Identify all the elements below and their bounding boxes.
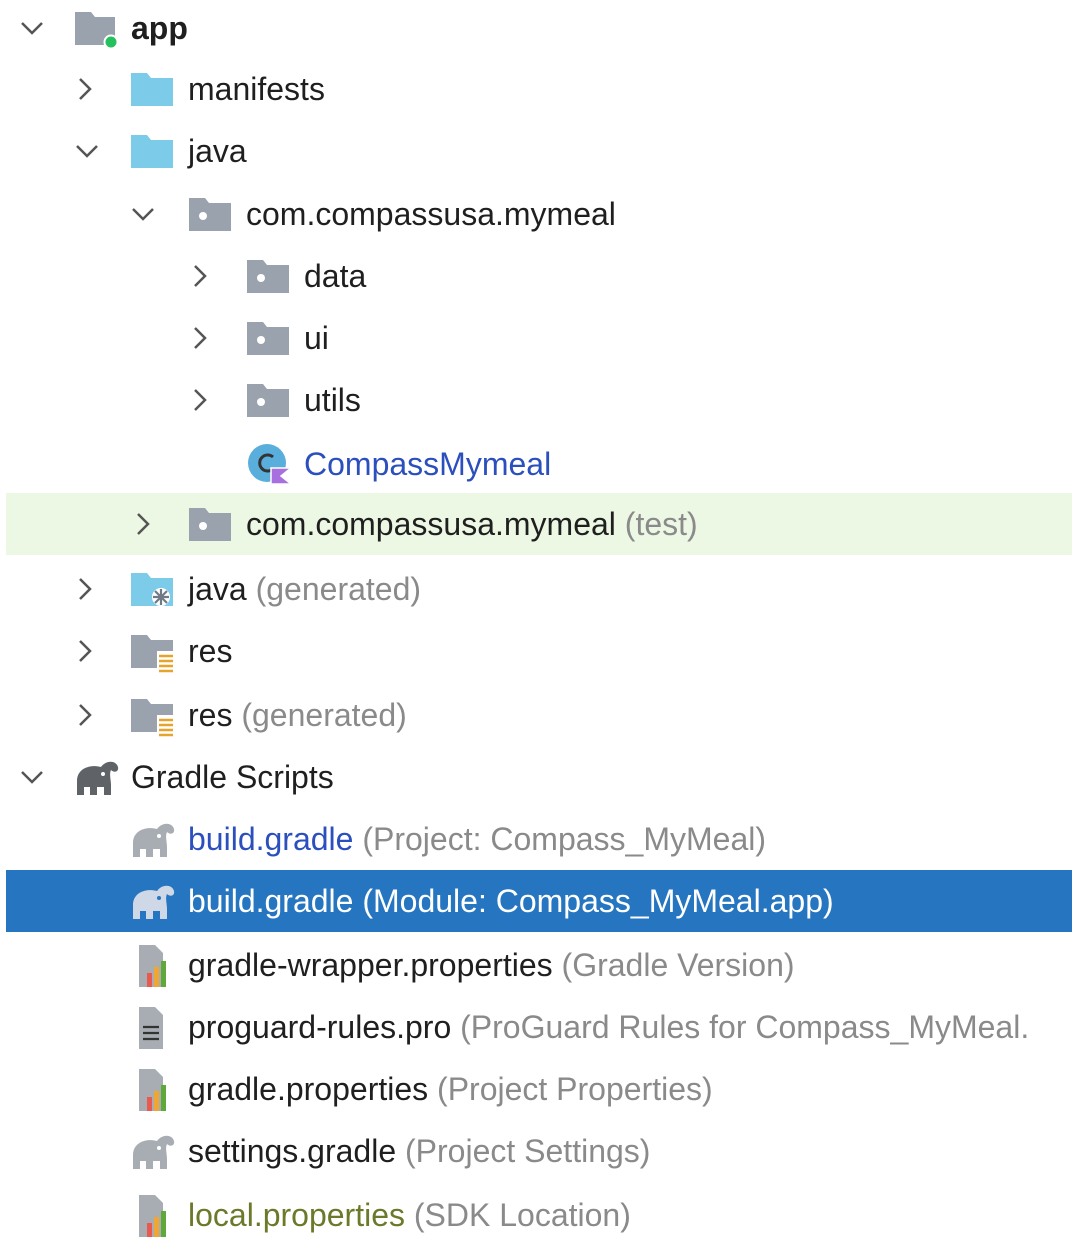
tree-label-suffix: (Gradle Version) xyxy=(561,947,795,983)
tree-row-utils[interactable]: utils xyxy=(0,369,1085,431)
tree-label: manifests xyxy=(188,71,325,107)
tree-row-compass-mymeal[interactable]: CompassMymeal xyxy=(0,433,1085,495)
tree-label-suffix: (Project: Compass_MyMeal) xyxy=(362,821,766,857)
tree-label: settings.gradle (Project Settings) xyxy=(188,1133,651,1169)
chevron-down-icon[interactable] xyxy=(72,136,102,166)
tree-row-build-gradle-project[interactable]: build.gradle (Project: Compass_MyMeal) xyxy=(0,808,1085,870)
tree-label-suffix: (SDK Location) xyxy=(413,1197,631,1233)
tree-row-res-generated[interactable]: res (generated) xyxy=(0,684,1085,746)
tree-label-suffix: (Module: Compass_MyMeal.app) xyxy=(362,883,834,919)
package-icon xyxy=(247,260,289,293)
resources-folder-icon xyxy=(131,699,175,737)
source-folder-icon xyxy=(131,135,173,168)
chevron-right-icon[interactable] xyxy=(70,74,100,104)
folder-icon xyxy=(131,73,173,106)
project-tree: app manifests java com.compassusa.mymeal… xyxy=(0,0,1085,1237)
tree-label: gradle-wrapper.properties (Gradle Versio… xyxy=(188,947,795,983)
kotlin-class-icon xyxy=(248,444,293,485)
tree-label: build.gradle (Project: Compass_MyMeal) xyxy=(188,821,766,857)
chevron-right-icon[interactable] xyxy=(70,636,100,666)
tree-row-data[interactable]: data xyxy=(0,245,1085,307)
gradle-elephant-icon xyxy=(77,761,119,795)
chevron-down-icon[interactable] xyxy=(17,762,47,792)
tree-row-test-package[interactable]: com.compassusa.mymeal (test) xyxy=(6,493,1072,555)
tree-row-proguard-rules[interactable]: proguard-rules.pro (ProGuard Rules for C… xyxy=(0,996,1085,1058)
tree-label: proguard-rules.pro (ProGuard Rules for C… xyxy=(188,1009,1030,1045)
tree-label-suffix: (Project Properties) xyxy=(437,1071,713,1107)
chevron-right-icon[interactable] xyxy=(128,509,158,539)
tree-label: res xyxy=(188,633,233,669)
tree-label: res (generated) xyxy=(188,697,407,733)
chevron-down-icon[interactable] xyxy=(128,199,158,229)
chevron-right-icon[interactable] xyxy=(185,385,215,415)
module-folder-icon xyxy=(75,12,119,50)
tree-label: ui xyxy=(304,320,329,356)
tree-row-gradle-properties[interactable]: gradle.properties (Project Properties) xyxy=(0,1058,1085,1120)
properties-file-icon xyxy=(139,945,166,987)
tree-label: com.compassusa.mymeal xyxy=(246,196,616,232)
gradle-elephant-icon xyxy=(133,885,175,919)
chevron-down-icon[interactable] xyxy=(17,13,47,43)
tree-row-ui[interactable]: ui xyxy=(0,307,1085,369)
properties-file-icon xyxy=(139,1195,166,1237)
tree-row-build-gradle-module[interactable]: build.gradle (Module: Compass_MyMeal.app… xyxy=(6,870,1072,932)
tree-label-suffix: (generated) xyxy=(255,571,422,607)
tree-label: app xyxy=(131,10,188,46)
tree-label: java (generated) xyxy=(188,571,422,607)
tree-row-app[interactable]: app xyxy=(0,0,1085,59)
package-icon xyxy=(189,508,231,541)
package-icon xyxy=(247,322,289,355)
tree-row-res[interactable]: res xyxy=(0,620,1085,682)
gradle-elephant-icon xyxy=(133,1135,175,1169)
chevron-right-icon[interactable] xyxy=(70,574,100,604)
tree-label: utils xyxy=(304,382,361,418)
tree-label-suffix: (generated) xyxy=(241,697,407,733)
tree-row-gradle-scripts[interactable]: Gradle Scripts xyxy=(0,746,1085,808)
package-icon xyxy=(189,198,231,231)
tree-label: com.compassusa.mymeal (test) xyxy=(246,506,698,542)
tree-row-gradle-wrapper-properties[interactable]: gradle-wrapper.properties (Gradle Versio… xyxy=(0,934,1085,996)
chevron-right-icon[interactable] xyxy=(185,323,215,353)
text-file-icon xyxy=(139,1007,163,1049)
package-icon xyxy=(247,384,289,417)
tree-label: build.gradle (Module: Compass_MyMeal.app… xyxy=(188,883,834,919)
tree-label: data xyxy=(304,258,367,294)
tree-label-suffix: (Project Settings) xyxy=(405,1133,651,1169)
chevron-right-icon[interactable] xyxy=(70,700,100,730)
tree-label: gradle.properties (Project Properties) xyxy=(188,1071,713,1107)
chevron-right-icon[interactable] xyxy=(185,261,215,291)
tree-row-manifests[interactable]: manifests xyxy=(0,58,1085,120)
tree-row-java-generated[interactable]: java (generated) xyxy=(0,558,1085,620)
tree-row-main-package[interactable]: com.compassusa.mymeal xyxy=(0,183,1085,245)
tree-label-suffix: (ProGuard Rules for Compass_MyMeal. xyxy=(460,1009,1030,1045)
properties-file-icon xyxy=(139,1069,166,1111)
tree-label: CompassMymeal xyxy=(304,446,552,482)
tree-row-settings-gradle[interactable]: settings.gradle (Project Settings) xyxy=(0,1120,1085,1182)
generated-source-icon xyxy=(131,573,173,606)
gradle-elephant-icon xyxy=(133,823,175,857)
tree-label-suffix: (test) xyxy=(624,506,698,542)
tree-label: Gradle Scripts xyxy=(131,759,334,795)
tree-row-java[interactable]: java xyxy=(0,120,1085,182)
resources-folder-icon xyxy=(131,635,175,673)
tree-label: java xyxy=(188,133,247,169)
